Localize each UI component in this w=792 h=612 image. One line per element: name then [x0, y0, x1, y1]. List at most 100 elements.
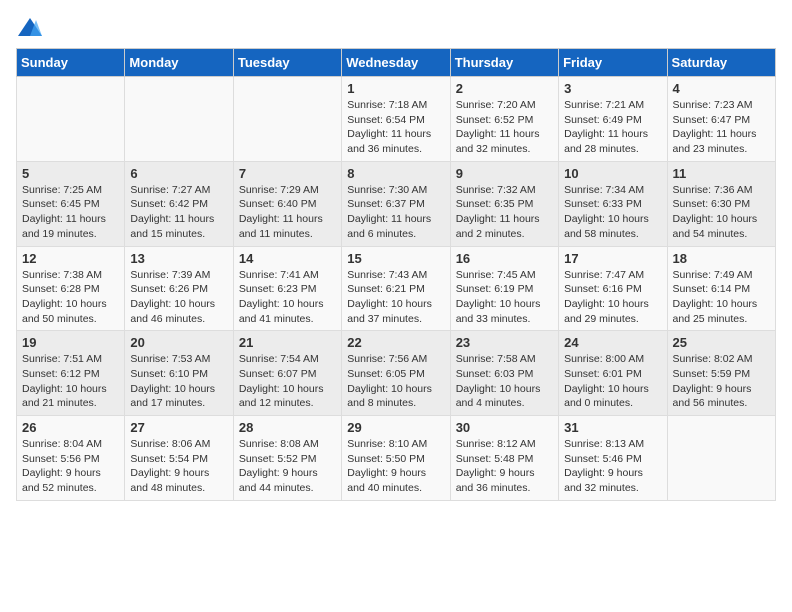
- day-info: Sunrise: 7:27 AM Sunset: 6:42 PM Dayligh…: [130, 183, 227, 242]
- header-cell-tuesday: Tuesday: [233, 49, 341, 77]
- day-number: 15: [347, 251, 444, 266]
- calendar-cell: 17Sunrise: 7:47 AM Sunset: 6:16 PM Dayli…: [559, 246, 667, 331]
- calendar-cell: 1 Sunrise: 7:18 AM Sunset: 6:54 PM Daylig…: [342, 77, 450, 162]
- day-number: 25: [673, 335, 770, 350]
- day-info: Sunrise: 7:43 AM Sunset: 6:21 PM Dayligh…: [347, 268, 444, 327]
- day-number: 27: [130, 420, 227, 435]
- calendar-cell: [667, 416, 775, 501]
- calendar-cell: 6 Sunrise: 7:27 AM Sunset: 6:42 PM Daylig…: [125, 161, 233, 246]
- calendar-body: 1 Sunrise: 7:18 AM Sunset: 6:54 PM Daylig…: [17, 77, 776, 501]
- day-info: Sunrise: 7:53 AM Sunset: 6:10 PM Dayligh…: [130, 352, 227, 411]
- day-info: Sunrise: 7:58 AM Sunset: 6:03 PM Dayligh…: [456, 352, 553, 411]
- day-number: 26: [22, 420, 119, 435]
- day-number: 31: [564, 420, 661, 435]
- day-info: Sunrise: 7:18 AM Sunset: 6:54 PM Dayligh…: [347, 98, 444, 157]
- calendar-cell: 19 Sunrise: 7:51 AM Sunset: 6:12 PM Dayli…: [17, 331, 125, 416]
- calendar-cell: 22 Sunrise: 7:56 AM Sunset: 6:05 PM Dayli…: [342, 331, 450, 416]
- header-cell-monday: Monday: [125, 49, 233, 77]
- day-info: Sunrise: 8:02 AM Sunset: 5:59 PM Dayligh…: [673, 352, 770, 411]
- header-cell-saturday: Saturday: [667, 49, 775, 77]
- calendar-cell: 23 Sunrise: 7:58 AM Sunset: 6:03 PM Dayli…: [450, 331, 558, 416]
- day-info: Sunrise: 7:49 AM Sunset: 6:14 PM Dayligh…: [673, 268, 770, 327]
- day-info: Sunrise: 7:21 AM Sunset: 6:49 PM Dayligh…: [564, 98, 661, 157]
- day-number: 22: [347, 335, 444, 350]
- calendar-cell: 8 Sunrise: 7:30 AM Sunset: 6:37 PM Daylig…: [342, 161, 450, 246]
- day-number: 30: [456, 420, 553, 435]
- calendar-cell: 24Sunrise: 8:00 AM Sunset: 6:01 PM Dayli…: [559, 331, 667, 416]
- calendar-cell: [17, 77, 125, 162]
- day-number: 8: [347, 166, 444, 181]
- day-number: 14: [239, 251, 336, 266]
- day-info: Sunrise: 7:38 AM Sunset: 6:28 PM Dayligh…: [22, 268, 119, 327]
- calendar-cell: 14Sunrise: 7:41 AM Sunset: 6:23 PM Dayli…: [233, 246, 341, 331]
- calendar-cell: 18 Sunrise: 7:49 AM Sunset: 6:14 PM Dayli…: [667, 246, 775, 331]
- day-info: Sunrise: 7:34 AM Sunset: 6:33 PM Dayligh…: [564, 183, 661, 242]
- calendar-cell: 13 Sunrise: 7:39 AM Sunset: 6:26 PM Dayli…: [125, 246, 233, 331]
- day-number: 4: [673, 81, 770, 96]
- day-number: 7: [239, 166, 336, 181]
- calendar-cell: 16Sunrise: 7:45 AM Sunset: 6:19 PM Dayli…: [450, 246, 558, 331]
- day-number: 6: [130, 166, 227, 181]
- day-info: Sunrise: 7:30 AM Sunset: 6:37 PM Dayligh…: [347, 183, 444, 242]
- day-info: Sunrise: 8:08 AM Sunset: 5:52 PM Dayligh…: [239, 437, 336, 496]
- day-number: 12: [22, 251, 119, 266]
- day-info: Sunrise: 7:39 AM Sunset: 6:26 PM Dayligh…: [130, 268, 227, 327]
- calendar-cell: 11 Sunrise: 7:36 AM Sunset: 6:30 PM Dayli…: [667, 161, 775, 246]
- calendar-cell: 30 Sunrise: 8:12 AM Sunset: 5:48 PM Dayli…: [450, 416, 558, 501]
- calendar-cell: 31 Sunrise: 8:13 AM Sunset: 5:46 PM Dayli…: [559, 416, 667, 501]
- calendar-week-row: 12 Sunrise: 7:38 AM Sunset: 6:28 PM Dayli…: [17, 246, 776, 331]
- calendar-cell: 12 Sunrise: 7:38 AM Sunset: 6:28 PM Dayli…: [17, 246, 125, 331]
- day-info: Sunrise: 7:32 AM Sunset: 6:35 PM Dayligh…: [456, 183, 553, 242]
- day-number: 21: [239, 335, 336, 350]
- day-number: 10: [564, 166, 661, 181]
- logo-icon: [16, 16, 44, 40]
- calendar-cell: 25 Sunrise: 8:02 AM Sunset: 5:59 PM Dayli…: [667, 331, 775, 416]
- day-info: Sunrise: 7:23 AM Sunset: 6:47 PM Dayligh…: [673, 98, 770, 157]
- header-cell-thursday: Thursday: [450, 49, 558, 77]
- calendar-cell: 10 Sunrise: 7:34 AM Sunset: 6:33 PM Dayli…: [559, 161, 667, 246]
- calendar-cell: 4 Sunrise: 7:23 AM Sunset: 6:47 PM Daylig…: [667, 77, 775, 162]
- calendar-cell: 9 Sunrise: 7:32 AM Sunset: 6:35 PM Daylig…: [450, 161, 558, 246]
- day-number: 5: [22, 166, 119, 181]
- day-info: Sunrise: 8:13 AM Sunset: 5:46 PM Dayligh…: [564, 437, 661, 496]
- calendar-cell: 20 Sunrise: 7:53 AM Sunset: 6:10 PM Dayli…: [125, 331, 233, 416]
- calendar-cell: 15 Sunrise: 7:43 AM Sunset: 6:21 PM Dayli…: [342, 246, 450, 331]
- day-info: Sunrise: 7:36 AM Sunset: 6:30 PM Dayligh…: [673, 183, 770, 242]
- day-number: 18: [673, 251, 770, 266]
- calendar-week-row: 26 Sunrise: 8:04 AM Sunset: 5:56 PM Dayli…: [17, 416, 776, 501]
- day-info: Sunrise: 8:10 AM Sunset: 5:50 PM Dayligh…: [347, 437, 444, 496]
- day-number: 9: [456, 166, 553, 181]
- calendar-week-row: 19 Sunrise: 7:51 AM Sunset: 6:12 PM Dayli…: [17, 331, 776, 416]
- day-number: 29: [347, 420, 444, 435]
- calendar-cell: 29 Sunrise: 8:10 AM Sunset: 5:50 PM Dayli…: [342, 416, 450, 501]
- calendar-cell: 3Sunrise: 7:21 AM Sunset: 6:49 PM Daylig…: [559, 77, 667, 162]
- calendar-week-row: 5Sunrise: 7:25 AM Sunset: 6:45 PM Daylig…: [17, 161, 776, 246]
- calendar-week-row: 1 Sunrise: 7:18 AM Sunset: 6:54 PM Daylig…: [17, 77, 776, 162]
- calendar-cell: 26 Sunrise: 8:04 AM Sunset: 5:56 PM Dayli…: [17, 416, 125, 501]
- day-number: 20: [130, 335, 227, 350]
- day-info: Sunrise: 8:04 AM Sunset: 5:56 PM Dayligh…: [22, 437, 119, 496]
- day-number: 1: [347, 81, 444, 96]
- calendar-cell: [233, 77, 341, 162]
- calendar-cell: 2 Sunrise: 7:20 AM Sunset: 6:52 PM Daylig…: [450, 77, 558, 162]
- logo: [16, 16, 48, 40]
- day-info: Sunrise: 7:56 AM Sunset: 6:05 PM Dayligh…: [347, 352, 444, 411]
- calendar-header-row: SundayMondayTuesdayWednesdayThursdayFrid…: [17, 49, 776, 77]
- day-info: Sunrise: 7:54 AM Sunset: 6:07 PM Dayligh…: [239, 352, 336, 411]
- day-number: 2: [456, 81, 553, 96]
- day-info: Sunrise: 7:29 AM Sunset: 6:40 PM Dayligh…: [239, 183, 336, 242]
- day-info: Sunrise: 7:20 AM Sunset: 6:52 PM Dayligh…: [456, 98, 553, 157]
- day-info: Sunrise: 8:12 AM Sunset: 5:48 PM Dayligh…: [456, 437, 553, 496]
- day-number: 13: [130, 251, 227, 266]
- day-info: Sunrise: 7:45 AM Sunset: 6:19 PM Dayligh…: [456, 268, 553, 327]
- day-number: 11: [673, 166, 770, 181]
- day-info: Sunrise: 8:00 AM Sunset: 6:01 PM Dayligh…: [564, 352, 661, 411]
- page-header: [16, 16, 776, 40]
- calendar-cell: 7 Sunrise: 7:29 AM Sunset: 6:40 PM Daylig…: [233, 161, 341, 246]
- calendar-table: SundayMondayTuesdayWednesdayThursdayFrid…: [16, 48, 776, 501]
- day-info: Sunrise: 7:51 AM Sunset: 6:12 PM Dayligh…: [22, 352, 119, 411]
- calendar-cell: [125, 77, 233, 162]
- day-number: 19: [22, 335, 119, 350]
- header-cell-sunday: Sunday: [17, 49, 125, 77]
- day-number: 23: [456, 335, 553, 350]
